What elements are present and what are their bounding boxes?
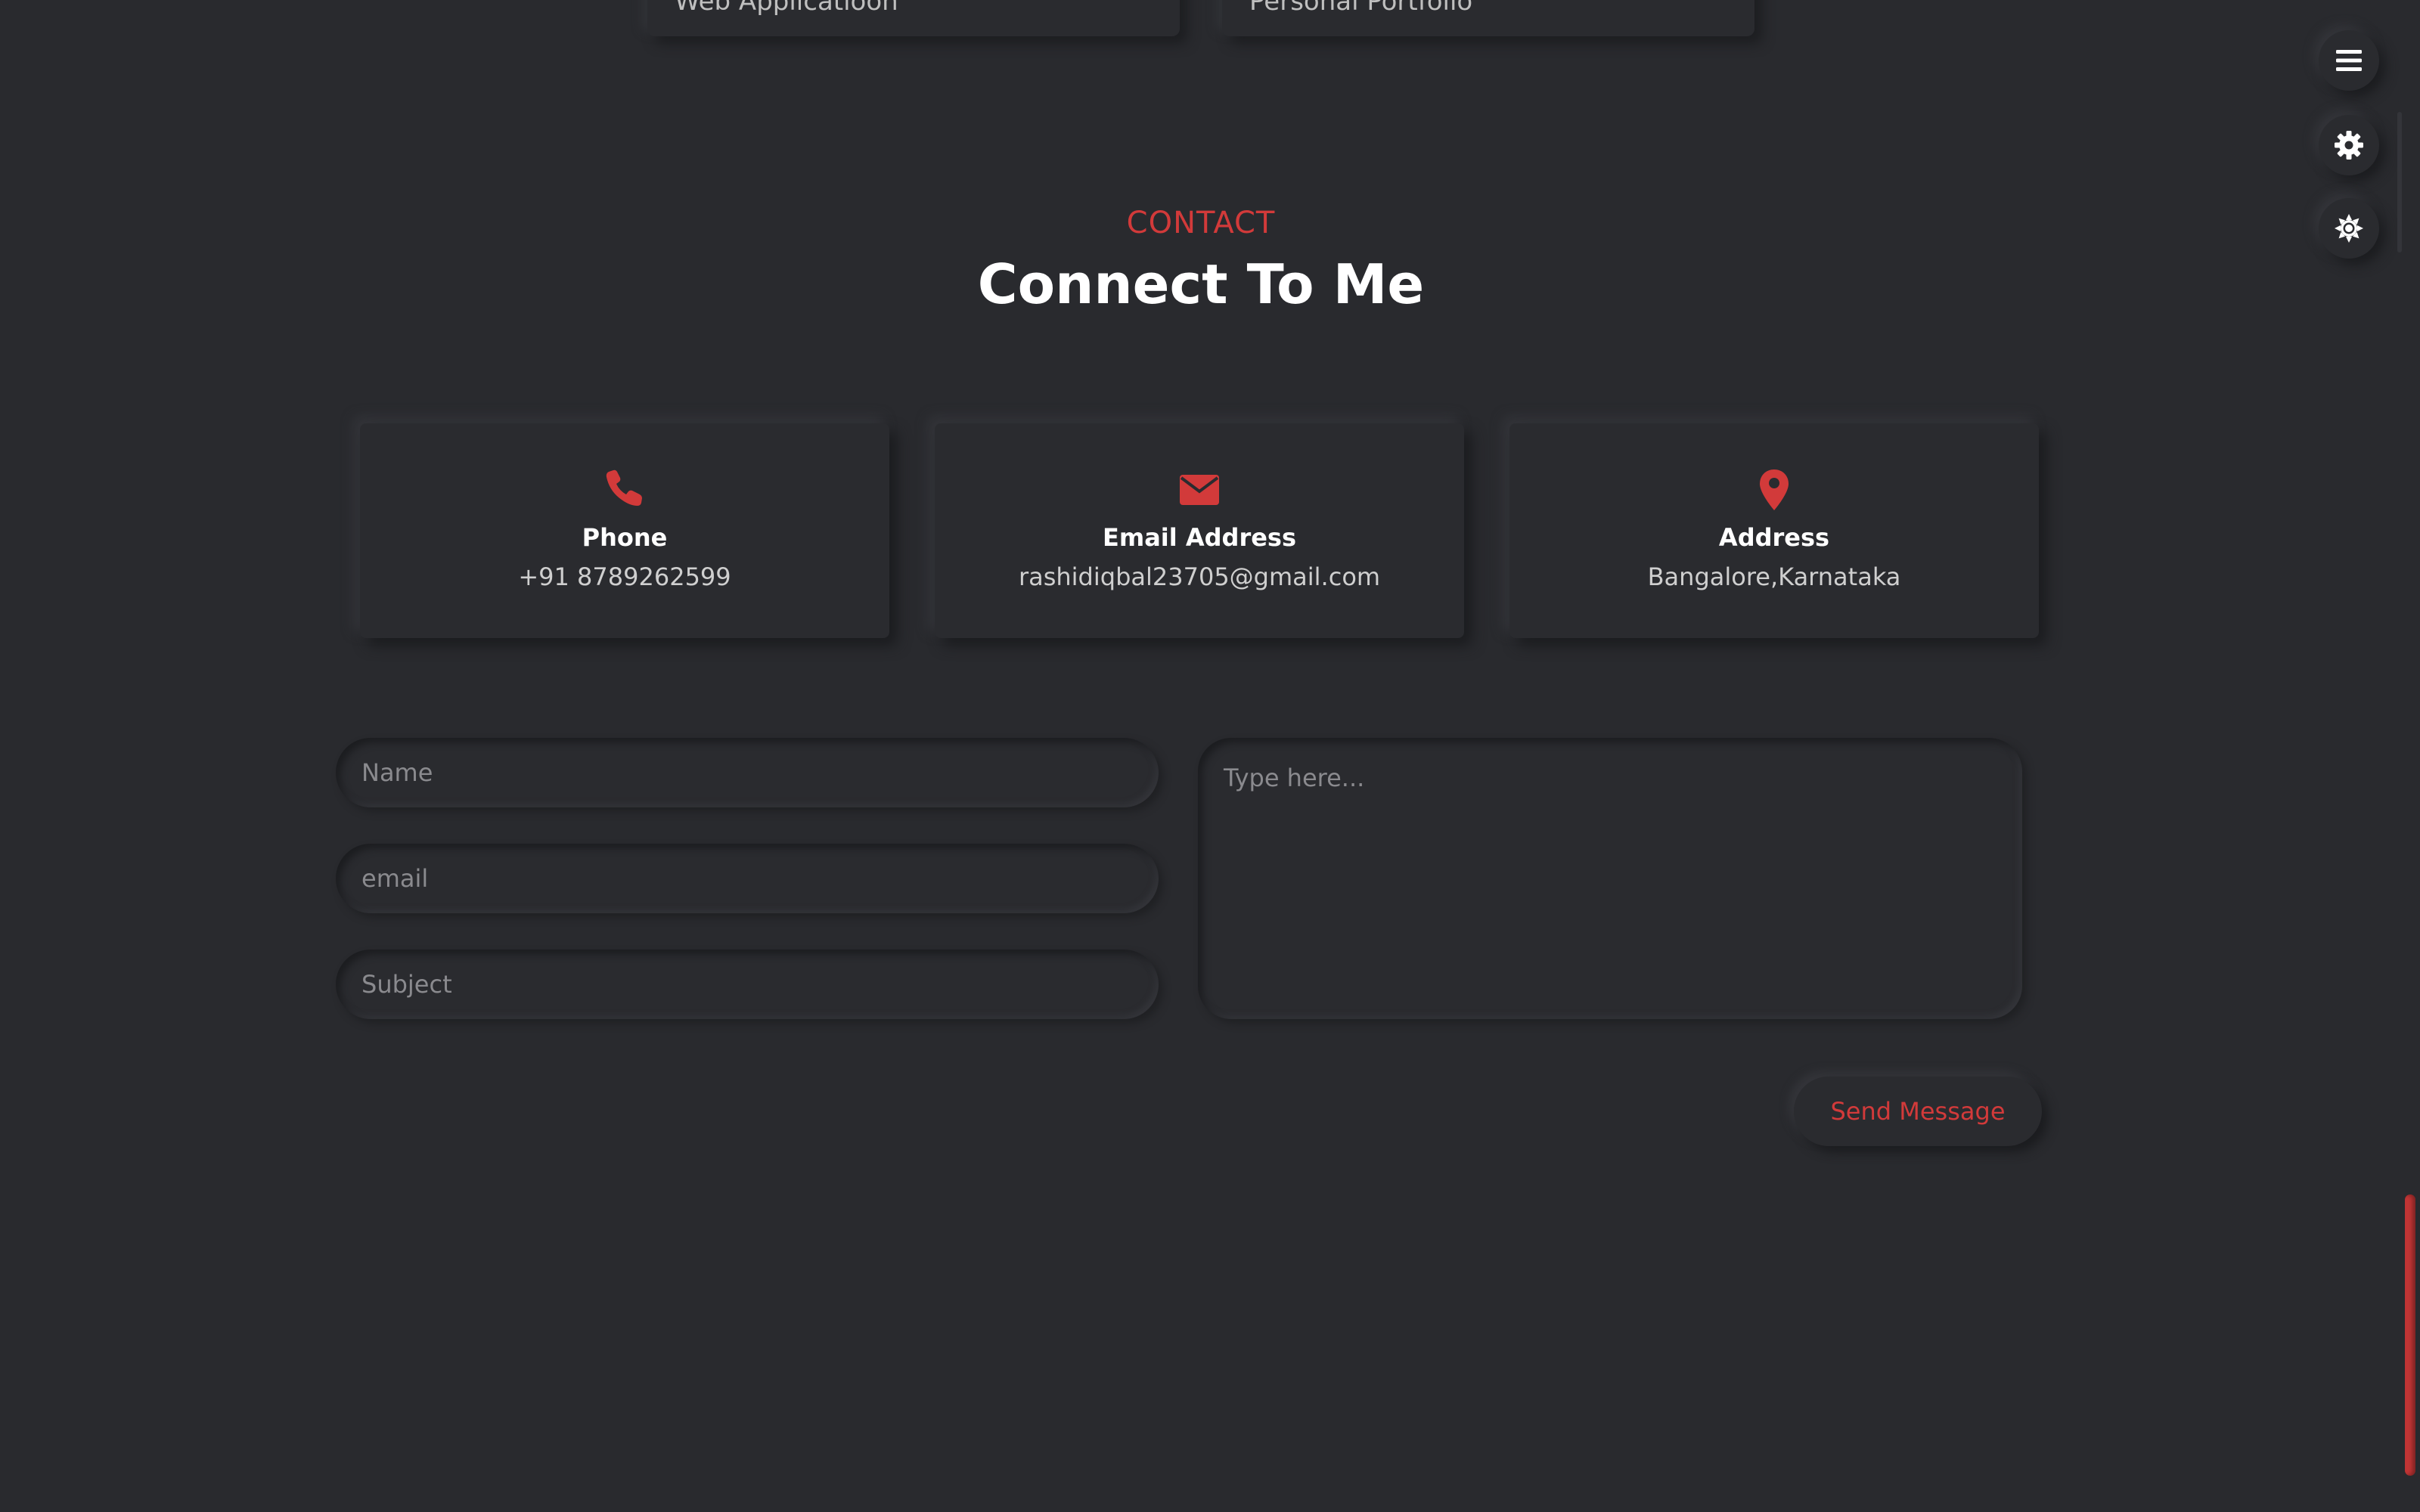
phone-icon	[606, 469, 642, 506]
settings-button[interactable]	[2319, 115, 2379, 175]
name-field[interactable]	[336, 738, 1159, 807]
contact-card-phone: Phone +91 8789262599	[360, 423, 889, 638]
contact-card-email: Email Address rashidiqbal23705@gmail.com	[935, 423, 1464, 638]
section-eyebrow: CONTACT	[1126, 206, 1276, 240]
message-textarea[interactable]	[1198, 738, 2022, 1019]
send-message-button[interactable]: Send Message	[1794, 1077, 2042, 1146]
menu-button[interactable]	[2319, 30, 2379, 91]
contact-card-title: Address	[1718, 523, 1830, 552]
phone-number: +91 8789262599	[518, 562, 731, 591]
contact-card-address: Address Bangalore,Karnataka	[1509, 423, 2039, 638]
contact-card-title: Email Address	[1102, 523, 1297, 552]
subject-field[interactable]	[336, 950, 1159, 1019]
scrollbar-thumb[interactable]	[2405, 1194, 2415, 1476]
map-pin-icon	[1760, 469, 1789, 510]
contact-card-title: Phone	[582, 523, 668, 552]
gear-icon	[2335, 131, 2363, 160]
email-field[interactable]	[336, 844, 1159, 913]
project-card-label: Web Applicatioon	[675, 0, 898, 17]
envelope-icon	[1180, 475, 1219, 505]
project-card-label: Personal Portfolio	[1249, 0, 1473, 17]
section-title: Connect To Me	[977, 253, 1425, 316]
address-text: Bangalore,Karnataka	[1647, 562, 1901, 591]
hamburger-menu-icon	[2336, 50, 2362, 71]
project-card-web-application[interactable]: Web Applicatioon	[647, 0, 1180, 36]
project-card-personal-portfolio[interactable]: Personal Portfolio	[1222, 0, 1754, 36]
email-address: rashidiqbal23705@gmail.com	[1018, 562, 1381, 591]
